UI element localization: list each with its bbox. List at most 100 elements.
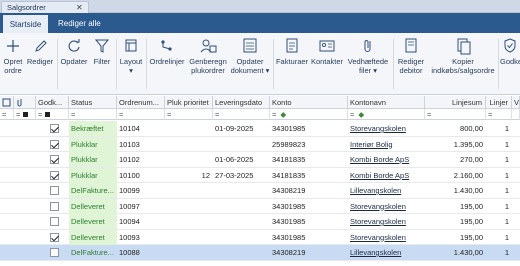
account-cell: 34308219 bbox=[272, 186, 306, 195]
refresh-button[interactable]: Opdater bbox=[59, 37, 89, 67]
approved-checkbox[interactable] bbox=[50, 155, 59, 164]
approved-checkbox[interactable] bbox=[50, 124, 59, 133]
filter-account-name[interactable]: = ◆ bbox=[348, 109, 425, 120]
header-lines[interactable]: Linjer bbox=[486, 96, 512, 109]
table-row[interactable]: DelFakture... 10099 34308219 Lillevangskole… bbox=[0, 183, 520, 199]
header-approved[interactable]: Godk... bbox=[36, 96, 69, 109]
invoice-icon bbox=[286, 38, 298, 53]
header-status[interactable]: Status bbox=[69, 96, 117, 109]
create-order-button[interactable]: Opret ordre bbox=[2, 37, 24, 75]
account-cell: 34301985 bbox=[272, 217, 306, 226]
approved-checkbox[interactable] bbox=[50, 248, 59, 257]
layout-button[interactable]: Layout ▾ bbox=[118, 37, 144, 75]
header-account-name[interactable]: Kontonavn bbox=[348, 96, 425, 109]
table-row[interactable]: Delleveret 10094 34301985 Storevangskolen 19… bbox=[0, 214, 520, 230]
account-name-link[interactable]: Storevangskolen bbox=[348, 230, 425, 245]
lines-cell: 1 bbox=[504, 124, 509, 133]
approved-checkbox[interactable] bbox=[50, 201, 59, 211]
approved-checkbox[interactable] bbox=[50, 139, 59, 149]
account-name-link[interactable]: Storevangskolen bbox=[348, 214, 425, 229]
table-row[interactable]: Delleveret 10093 34301985 Storevangskolen 19… bbox=[0, 229, 520, 245]
lines-cell: 1 bbox=[504, 155, 509, 164]
approved-checkbox[interactable] bbox=[50, 170, 59, 180]
delivery-date-cell bbox=[213, 137, 270, 152]
copy-order-button[interactable]: Kopier indkøbs/salgsordre bbox=[430, 37, 496, 75]
contacts-button[interactable]: Kontakter bbox=[310, 37, 344, 67]
line-sum-cell: 1.430,00 bbox=[453, 186, 483, 195]
header-line-sum[interactable]: Linjesum bbox=[425, 96, 486, 109]
tab-startside[interactable]: Startside bbox=[3, 13, 48, 33]
approve-icon bbox=[504, 38, 516, 53]
header-account[interactable]: Konto bbox=[270, 96, 348, 109]
account-name-link[interactable]: Kombi Borde ApS bbox=[348, 168, 425, 183]
header-edit-column[interactable] bbox=[0, 96, 14, 109]
lines-cell: 1 bbox=[504, 248, 509, 257]
account-name-link[interactable]: Kombi Borde ApS bbox=[348, 152, 425, 167]
filter-attachment[interactable]: = bbox=[14, 109, 36, 120]
account-name-link[interactable]: Lillevangskolen bbox=[348, 183, 425, 198]
account-cell: 34181835 bbox=[272, 155, 306, 164]
filter-approved-op: = bbox=[38, 110, 43, 119]
filter-status[interactable]: = bbox=[69, 109, 117, 120]
invoices-label: Fakturaer bbox=[275, 57, 309, 66]
filter-delivery-date[interactable]: = bbox=[213, 109, 270, 120]
document-tab-salgsordrer[interactable]: Salgsordrer ✕ bbox=[1, 1, 89, 13]
edit-debtor-button[interactable]: Rediger debitor bbox=[395, 37, 427, 75]
lines-cell: 1 bbox=[504, 186, 509, 195]
header-currency[interactable]: Va bbox=[512, 96, 520, 109]
line-sum-cell: 270,00 bbox=[460, 155, 483, 164]
lines-cell: 1 bbox=[504, 139, 509, 149]
table-row[interactable]: Bekræftet 10104 01-09-2025 34301985 Storevan… bbox=[0, 121, 520, 137]
delivery-date-cell: 01-09-2025 bbox=[215, 124, 254, 133]
edit-button[interactable]: Rediger bbox=[26, 37, 54, 67]
create-order-label-2: ordre bbox=[4, 65, 22, 75]
approved-checkbox[interactable] bbox=[50, 232, 59, 242]
account-name-link[interactable]: Lillevangskolen bbox=[348, 245, 425, 260]
line-sum-cell: 195,00 bbox=[460, 232, 483, 242]
copy-order-label-2: indkøbs/salgsordre bbox=[431, 65, 495, 75]
account-name-link[interactable]: Storevangskolen bbox=[348, 199, 425, 214]
invoices-button[interactable]: Fakturaer bbox=[275, 37, 309, 67]
filter-line-sum[interactable]: = bbox=[425, 109, 486, 120]
status-cell: Delleveret bbox=[69, 229, 117, 245]
ribbon-separator bbox=[116, 39, 117, 89]
table-row[interactable]: Delleveret 10097 34301985 Storevangskolen 19… bbox=[0, 198, 520, 214]
table-row[interactable]: Plukklar 10102 01-06-2025 34181835 Kombi Bor… bbox=[0, 152, 520, 168]
header-attachment-column[interactable] bbox=[14, 96, 36, 109]
approved-checkbox[interactable] bbox=[50, 186, 59, 195]
filter-lines[interactable]: = bbox=[486, 109, 512, 120]
filter-approved[interactable]: = bbox=[36, 109, 69, 120]
order-number-cell: 10093 bbox=[119, 232, 140, 242]
table-row[interactable]: Plukklar 10103 25989823 Interiør Bolig 1.395… bbox=[0, 136, 520, 152]
ribbon-separator bbox=[273, 39, 274, 89]
filter-square-icon bbox=[23, 112, 29, 117]
filter-account-name-op: = bbox=[350, 110, 355, 119]
filter-pick-priority[interactable]: = bbox=[165, 109, 213, 120]
approve-button[interactable]: Godke bbox=[500, 37, 520, 67]
pick-priority-cell bbox=[165, 214, 213, 229]
filter-order-number[interactable]: = bbox=[117, 109, 165, 120]
filter-button[interactable]: Filter bbox=[91, 37, 113, 67]
ribbon-separator bbox=[146, 39, 147, 89]
table-row[interactable]: DelFakture... 10088 34308219 Lillevangskole… bbox=[0, 245, 520, 261]
order-number-cell: 10094 bbox=[119, 217, 140, 226]
attachments-button[interactable]: Vedhæftede filer ▾ bbox=[345, 37, 391, 75]
approved-checkbox[interactable] bbox=[50, 217, 59, 226]
recalculate-picking-button[interactable]: Genberegn plukordrer bbox=[188, 37, 228, 75]
filter-currency[interactable] bbox=[512, 109, 520, 120]
header-pick-priority[interactable]: Pluk prioritet bbox=[165, 96, 213, 109]
contact-card-icon bbox=[319, 40, 335, 52]
table-row[interactable]: Plukklar 10100 12 27-03-2025 34181835 Kombi B… bbox=[0, 167, 520, 183]
header-delivery-date[interactable]: Leveringsdato bbox=[213, 96, 270, 109]
account-name-link[interactable]: Interiør Bolig bbox=[348, 137, 425, 152]
status-cell: Plukklar bbox=[69, 136, 117, 152]
filter-account[interactable]: = ◆ bbox=[270, 109, 348, 120]
tab-rediger-alle[interactable]: Rediger alle bbox=[55, 13, 115, 33]
orderlines-button[interactable]: Ordrelinjer bbox=[148, 37, 186, 67]
order-number-cell: 10099 bbox=[119, 186, 140, 195]
account-name-link[interactable]: Storevangskolen bbox=[348, 121, 425, 136]
filter-edit[interactable]: = bbox=[0, 109, 14, 120]
refresh-document-button[interactable]: Opdater dokument ▾ bbox=[229, 37, 271, 75]
close-icon[interactable]: ✕ bbox=[76, 3, 83, 12]
header-order-number[interactable]: Ordrenum... bbox=[117, 96, 165, 109]
